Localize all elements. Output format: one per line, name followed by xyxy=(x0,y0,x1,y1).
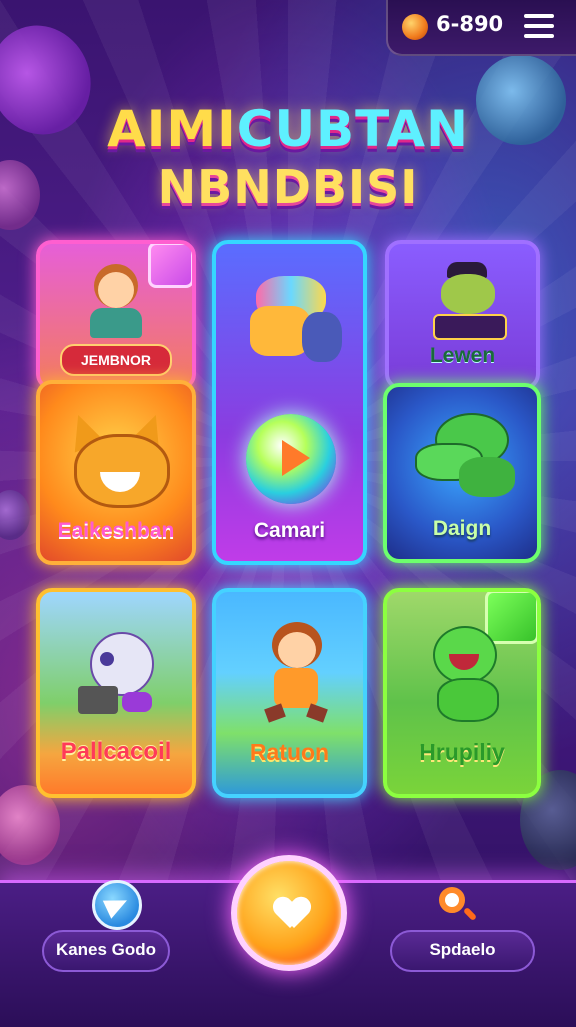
running-girl-icon xyxy=(256,622,336,723)
robot-in-park-icon xyxy=(78,632,162,722)
paper-plane-icon[interactable] xyxy=(92,880,142,930)
badge-icon xyxy=(148,244,192,288)
game-card-label: Pallcacoil xyxy=(60,738,172,765)
game-card-label: Hrupiliy xyxy=(419,739,505,765)
game-card-daign[interactable]: Daign xyxy=(383,383,541,563)
kanes-godo-button[interactable]: Kanes Godo xyxy=(42,930,170,972)
play-center-button[interactable] xyxy=(231,855,347,971)
game-card-ratuon[interactable]: Ratuon xyxy=(212,588,367,798)
nav-label: Spdaelo xyxy=(429,940,496,959)
game-card-hrupiliy[interactable]: Hrupiliy xyxy=(383,588,541,798)
game-title-line-1: AIMICUBTAN xyxy=(0,100,576,158)
game-card-pallcacoil[interactable]: Pallcacoil xyxy=(36,588,196,798)
game-card-label: Lewen xyxy=(429,344,496,367)
spdaelo-button[interactable]: Spdaelo xyxy=(390,930,535,972)
title-word-1: AIMI xyxy=(107,100,237,158)
game-card-label: Ratuon xyxy=(249,739,330,765)
title-word-2: CUBTAN xyxy=(236,100,469,158)
hat-creature-icon xyxy=(433,262,507,342)
rainbow-horse-icon xyxy=(250,266,344,366)
search-icon[interactable] xyxy=(435,883,479,927)
heart-icon xyxy=(274,898,310,930)
coin-icon xyxy=(402,14,428,40)
game-card-lewen[interactable]: Lewen xyxy=(385,240,540,390)
game-card-label: Eaikeshban xyxy=(57,519,175,542)
game-card-camari[interactable]: Camari xyxy=(212,240,367,565)
game-title-line-2: NBNDBISI xyxy=(157,160,419,214)
coin-count: 6-890 xyxy=(436,12,504,36)
game-card-label: Daign xyxy=(432,517,492,540)
orange-fox-icon xyxy=(63,409,171,508)
game-card-label: Camari xyxy=(253,519,326,542)
play-orb-icon xyxy=(246,414,336,504)
hamburger-menu-icon[interactable] xyxy=(524,14,554,38)
game-card-eaikeshban[interactable]: Eaikeshban xyxy=(36,380,196,565)
top-bar: 6-890 xyxy=(386,0,576,56)
nav-label: Kanes Godo xyxy=(55,940,157,959)
green-monster-icon xyxy=(423,626,513,726)
boy-character-icon xyxy=(88,264,144,340)
game-card-jembnor[interactable]: JEMBNOR xyxy=(36,240,196,390)
green-dragon-icon xyxy=(415,413,519,499)
game-card-label: JEMBNOR xyxy=(60,344,172,376)
